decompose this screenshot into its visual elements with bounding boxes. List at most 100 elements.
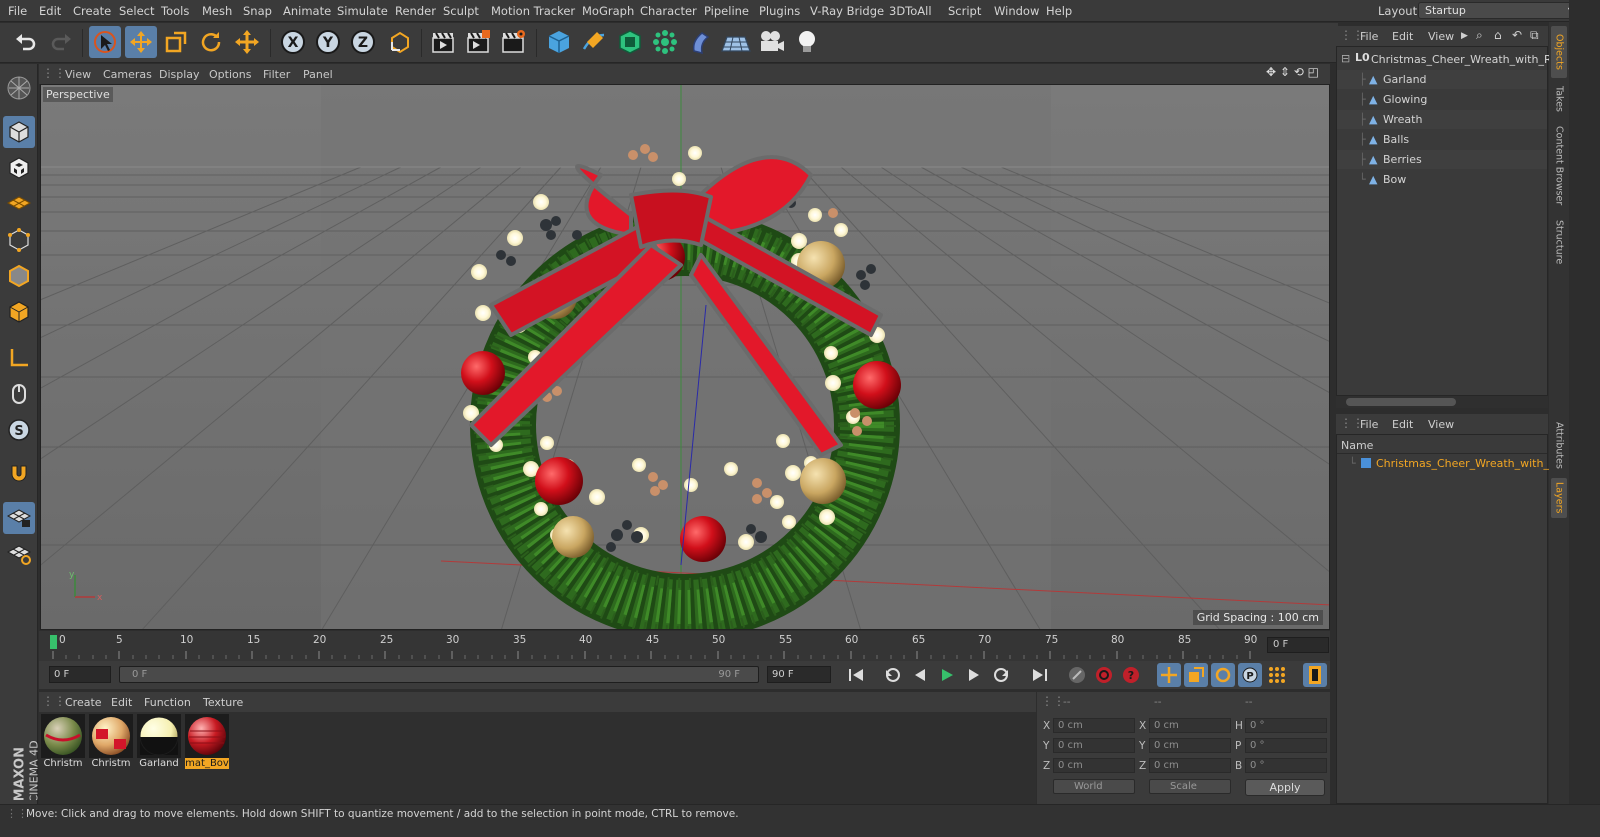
transform-tool-button[interactable] xyxy=(231,26,263,58)
render-view-button[interactable] xyxy=(427,26,459,58)
previous-frame-button[interactable] xyxy=(908,663,932,687)
chevron-right-icon[interactable]: ▶ xyxy=(1461,31,1468,41)
new-window-icon[interactable]: ⧉ xyxy=(1530,28,1539,43)
object-root-row[interactable]: ⊟ L0 Christmas_Cheer_Wreath_with_Red xyxy=(1337,50,1565,69)
polygons-mode-button[interactable] xyxy=(3,296,35,328)
key-parameter-button[interactable]: P xyxy=(1238,663,1262,687)
objects-menu-view[interactable]: View xyxy=(1428,30,1454,43)
undo-button[interactable] xyxy=(10,26,42,58)
size-mode-dropdown[interactable]: Scale xyxy=(1149,779,1231,794)
layer-color-swatch[interactable] xyxy=(1361,458,1371,468)
frame-range-slider[interactable]: 0 F 90 F xyxy=(119,666,759,683)
menu-render[interactable]: Render xyxy=(395,4,436,18)
previous-key-button[interactable] xyxy=(881,663,905,687)
size-y-field[interactable]: 0 cm xyxy=(1149,738,1231,753)
tab-content-browser[interactable]: Content Browser xyxy=(1551,120,1567,212)
objects-menu-edit[interactable]: Edit xyxy=(1392,30,1413,43)
playhead[interactable] xyxy=(50,635,57,649)
viewport-menu-cameras[interactable]: Cameras xyxy=(103,68,152,81)
menu-window[interactable]: Window xyxy=(994,4,1039,18)
make-editable-button[interactable] xyxy=(3,72,35,104)
search-icon[interactable]: ⌕ xyxy=(1476,28,1483,43)
start-frame-field[interactable]: 0 F xyxy=(49,666,111,683)
material-swatch[interactable]: Christm xyxy=(89,714,135,772)
workplane-rotate-button[interactable] xyxy=(3,538,35,570)
layout-dropdown[interactable]: Startup ▼ xyxy=(1418,2,1580,19)
tab-layers[interactable]: Layers xyxy=(1551,478,1567,518)
record-keys-button[interactable] xyxy=(1065,663,1089,687)
material-swatch-selected[interactable]: mat_Bov xyxy=(185,714,231,772)
points-mode-button[interactable] xyxy=(3,224,35,256)
material-menu-edit[interactable]: Edit xyxy=(111,696,132,709)
solo-button[interactable]: S xyxy=(3,414,35,446)
workplane-mode-button[interactable] xyxy=(3,188,35,220)
y-axis-lock-button[interactable]: Y xyxy=(312,26,344,58)
auto-keying-button[interactable] xyxy=(1092,663,1116,687)
viewport-3d[interactable]: y x Perspective Grid Spacing : 100 cm xyxy=(40,84,1330,630)
model-mode-button[interactable] xyxy=(3,116,35,148)
menu-plugins[interactable]: Plugins xyxy=(759,4,800,18)
z-axis-lock-button[interactable]: Z xyxy=(347,26,379,58)
next-frame-button[interactable] xyxy=(962,663,986,687)
viewport-menu-options[interactable]: Options xyxy=(209,68,251,81)
apply-button[interactable]: Apply xyxy=(1245,779,1325,796)
deformer-button[interactable] xyxy=(685,26,717,58)
key-scale-button[interactable] xyxy=(1184,663,1208,687)
camera-button[interactable] xyxy=(756,26,788,58)
menu-script[interactable]: Script xyxy=(948,4,981,18)
timeline-window-button[interactable] xyxy=(1303,663,1327,687)
menu-tools[interactable]: Tools xyxy=(161,4,189,18)
position-x-field[interactable]: 0 cm xyxy=(1053,718,1135,733)
rotation-p-field[interactable]: 0 ° xyxy=(1245,738,1327,753)
collapse-icon[interactable]: ⊟ xyxy=(1341,52,1350,65)
light-button[interactable] xyxy=(791,26,823,58)
key-position-button[interactable] xyxy=(1157,663,1181,687)
scrollbar-thumb[interactable] xyxy=(1346,398,1456,406)
size-z-field[interactable]: 0 cm xyxy=(1149,758,1231,773)
rotation-b-field[interactable]: 0 ° xyxy=(1245,758,1327,773)
subdivision-surface-button[interactable] xyxy=(614,26,646,58)
cube-primitive-button[interactable] xyxy=(543,26,575,58)
viewport-navigation-icons[interactable]: ✥ ⇕ ⟲ ◰ xyxy=(1266,65,1319,79)
object-manager-scrollbar[interactable] xyxy=(1336,396,1548,408)
position-y-field[interactable]: 0 cm xyxy=(1053,738,1135,753)
material-menu-function[interactable]: Function xyxy=(144,696,191,709)
menu-sculpt[interactable]: Sculpt xyxy=(443,4,479,18)
menu-mesh[interactable]: Mesh xyxy=(202,4,232,18)
viewport-menu-view[interactable]: View xyxy=(65,68,91,81)
current-frame-field[interactable]: 0 F xyxy=(1267,637,1329,653)
object-row[interactable]: └ ▲ Bow xyxy=(1337,170,1547,189)
floor-button[interactable] xyxy=(720,26,752,58)
menu-edit[interactable]: Edit xyxy=(39,4,61,18)
spline-pen-button[interactable] xyxy=(578,26,610,58)
x-axis-lock-button[interactable]: X xyxy=(277,26,309,58)
home-icon[interactable]: ⌂ xyxy=(1494,28,1502,42)
object-row[interactable]: ├ ▲ Wreath xyxy=(1337,110,1547,129)
menu-snap[interactable]: Snap xyxy=(243,4,272,18)
material-menu-create[interactable]: Create xyxy=(65,696,102,709)
render-settings-button[interactable] xyxy=(497,26,529,58)
tab-takes[interactable]: Takes xyxy=(1551,82,1567,116)
menu-create[interactable]: Create xyxy=(73,4,111,18)
viewport-menu-panel[interactable]: Panel xyxy=(303,68,333,81)
layer-row[interactable]: └ Christmas_Cheer_Wreath_with_Red xyxy=(1337,453,1570,472)
rotate-tool-button[interactable] xyxy=(195,26,227,58)
play-button[interactable] xyxy=(935,663,959,687)
objects-menu-file[interactable]: File xyxy=(1360,30,1378,43)
cloner-button[interactable] xyxy=(649,26,681,58)
material-menu-texture[interactable]: Texture xyxy=(203,696,243,709)
menu-3dtoall[interactable]: 3DToAll xyxy=(889,4,932,18)
menu-simulate[interactable]: Simulate xyxy=(337,4,388,18)
live-selection-button[interactable] xyxy=(89,26,121,58)
object-row[interactable]: ├ ▲ Berries xyxy=(1337,150,1547,169)
menu-character[interactable]: Character xyxy=(640,4,697,18)
size-x-field[interactable]: 0 cm xyxy=(1149,718,1231,733)
menu-animate[interactable]: Animate xyxy=(283,4,331,18)
menu-help[interactable]: Help xyxy=(1046,4,1072,18)
key-pla-button[interactable] xyxy=(1265,663,1289,687)
tab-objects[interactable]: Objects xyxy=(1551,26,1567,78)
object-row[interactable]: ├ ▲ Garland xyxy=(1337,70,1547,89)
move-tool-button[interactable] xyxy=(125,26,157,58)
layers-menu-view[interactable]: View xyxy=(1428,418,1454,431)
material-swatch[interactable]: Christm xyxy=(41,714,87,772)
